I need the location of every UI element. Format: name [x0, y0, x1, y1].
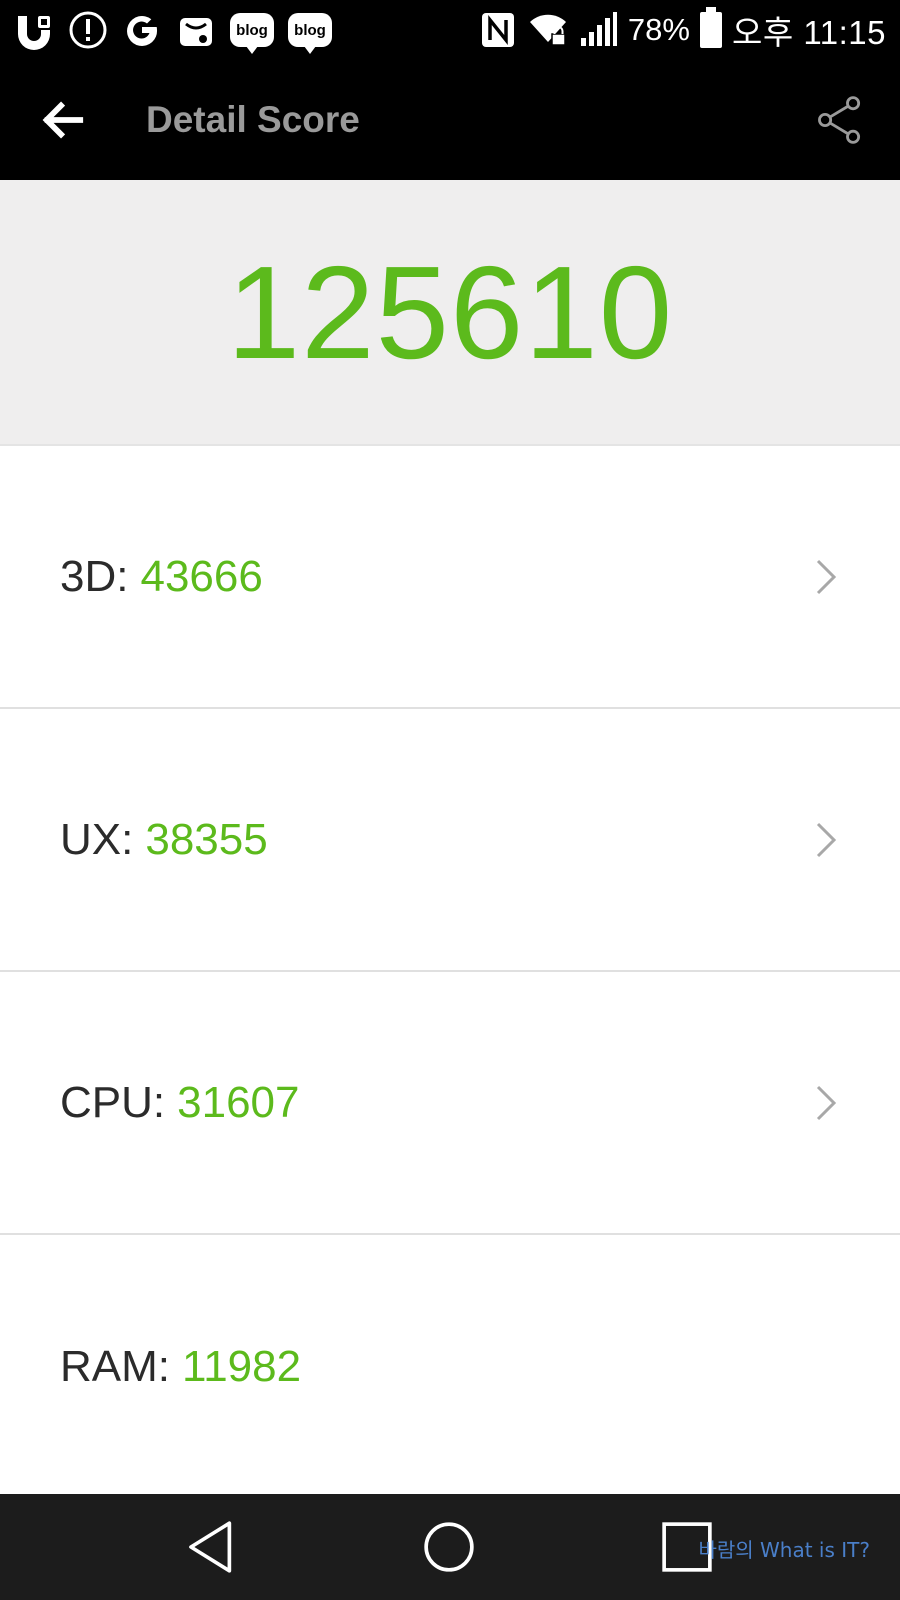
app-bar: Detail Score [0, 60, 900, 180]
system-indicators: 78% 오후 11:15 [478, 6, 886, 54]
score-row-ux[interactable]: UX: 38355 [0, 709, 900, 972]
nav-home-button[interactable] [414, 1512, 484, 1582]
score-label: UX: [60, 814, 134, 864]
score-row-cpu[interactable]: CPU: 31607 [0, 972, 900, 1235]
blog-notification-icon: blog [288, 13, 332, 54]
score-value: 31607 [177, 1077, 300, 1127]
status-bar: blog blog 78% 오후 11:15 [0, 0, 900, 60]
score-value: 38355 [145, 814, 268, 864]
signal-strength-icon [578, 10, 618, 50]
back-button[interactable] [22, 80, 102, 160]
alert-icon [68, 10, 108, 50]
battery-percentage: 78% [627, 12, 690, 47]
page-title: Detail Score [146, 99, 360, 140]
blog-notification-icon: blog [230, 13, 274, 54]
score-label: CPU: [60, 1077, 166, 1127]
clock: 오후 11:15 [731, 14, 886, 51]
circle-home-icon [424, 1522, 474, 1572]
navigation-bar: 바람의 What is IT? [0, 1494, 900, 1600]
score-label: RAM: [60, 1341, 170, 1391]
share-button[interactable] [810, 90, 870, 150]
notification-icons: blog blog [14, 10, 332, 54]
score-row-3d[interactable]: 3D: 43666 [0, 446, 900, 709]
score-list: 3D: 43666 UX: 38355 CPU: 31607 RAM: 1198… [0, 446, 900, 1498]
arrow-left-icon [42, 101, 84, 139]
chevron-right-icon [816, 822, 837, 857]
uplus-app-icon [14, 10, 54, 50]
nav-back-button[interactable] [177, 1512, 247, 1582]
total-score: 125610 [226, 238, 674, 386]
share-icon [818, 96, 861, 144]
triangle-back-icon [189, 1521, 232, 1573]
total-score-panel: 125610 [0, 180, 900, 446]
watermark: 바람의 What is IT? [698, 1538, 870, 1562]
score-value: 11982 [182, 1341, 302, 1391]
score-value: 43666 [140, 551, 263, 601]
shopping-bag-icon [176, 10, 216, 50]
chevron-right-icon [816, 1085, 837, 1120]
nfc-icon [478, 10, 518, 50]
google-icon [122, 10, 162, 50]
chevron-right-icon [816, 559, 837, 594]
score-row-ram: RAM: 11982 [0, 1235, 900, 1498]
wifi-lock-icon [528, 10, 568, 50]
score-label: 3D: [60, 551, 129, 601]
battery-icon [699, 7, 722, 48]
